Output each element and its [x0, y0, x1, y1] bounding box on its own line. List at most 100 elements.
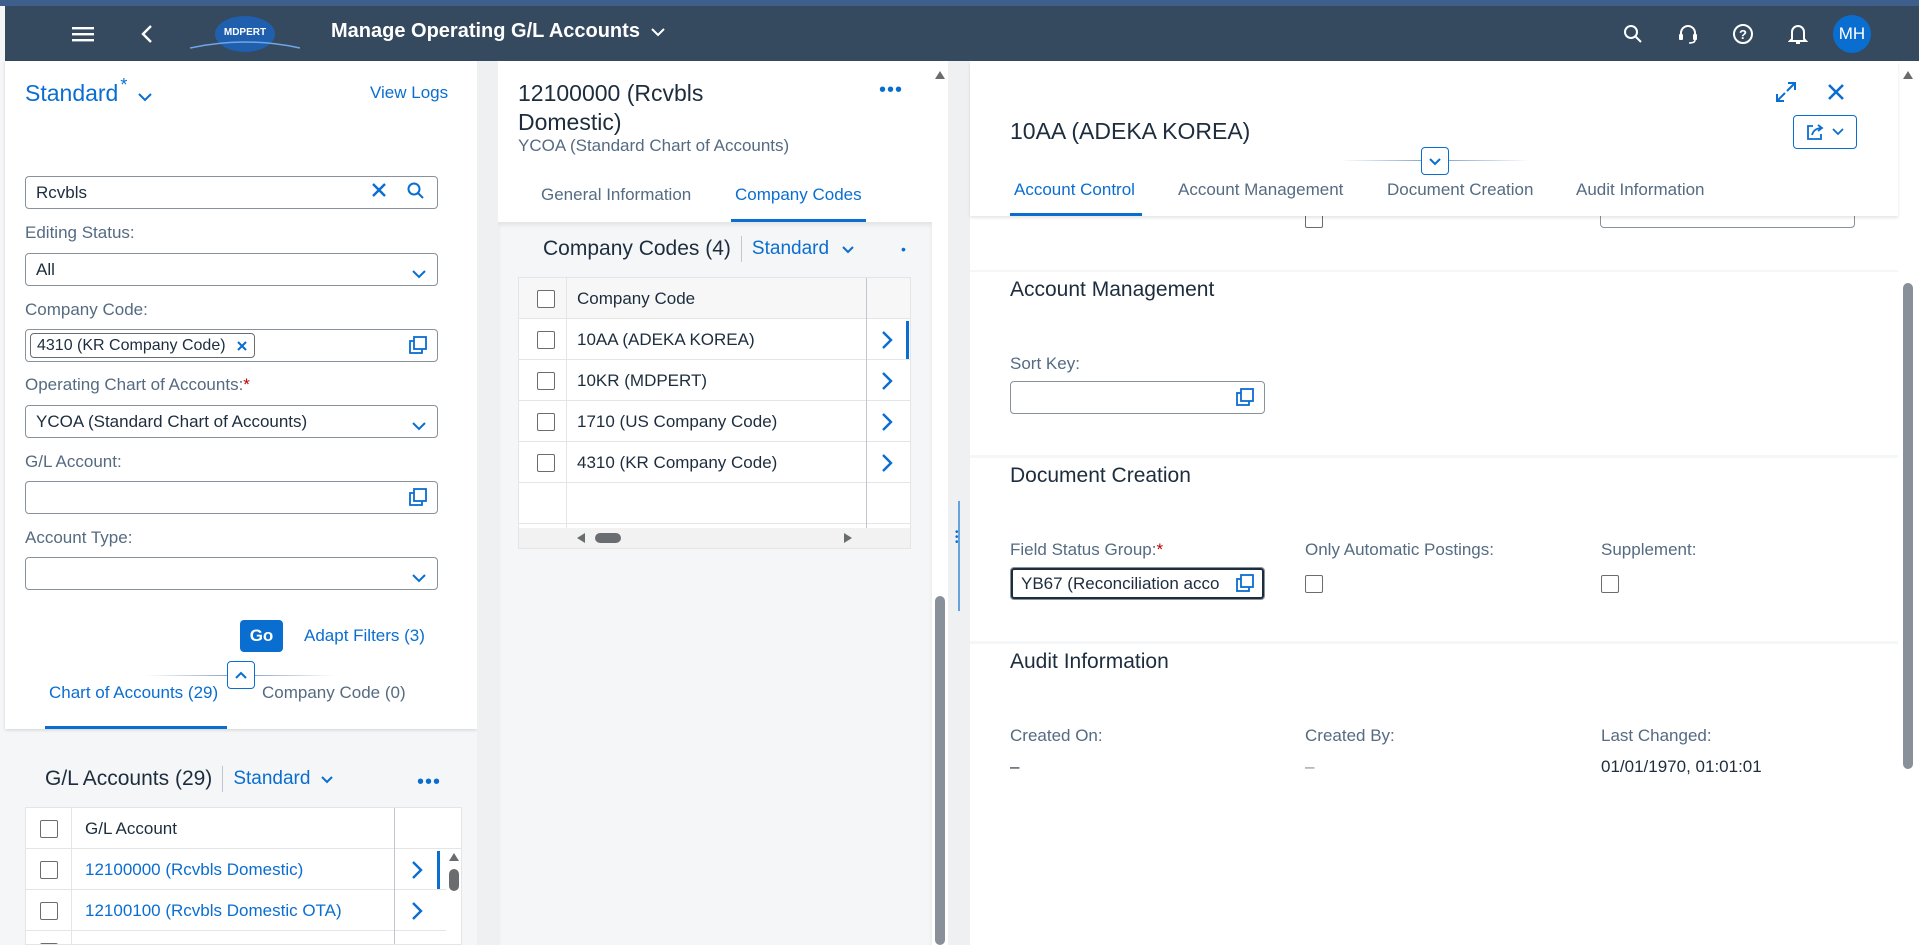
horizontal-scrollbar[interactable]: [519, 528, 910, 548]
row-checkbox[interactable]: [40, 861, 58, 879]
navigation-arrow-icon[interactable]: [411, 901, 423, 921]
company-logo[interactable]: MDPERT: [189, 14, 301, 54]
share-button[interactable]: [1793, 115, 1857, 149]
navigation-arrow-icon[interactable]: [881, 412, 893, 432]
section-title: Account Management: [1010, 278, 1215, 301]
menu-icon[interactable]: [70, 22, 96, 46]
supplement-checkbox[interactable]: [1601, 575, 1619, 593]
row-checkbox[interactable]: [537, 413, 555, 431]
notification-icon[interactable]: [1770, 6, 1825, 61]
gl-account-input[interactable]: [25, 481, 438, 514]
supplement-label: Supplement:: [1601, 540, 1697, 559]
navigation-arrow-icon[interactable]: [881, 453, 893, 473]
more-icon[interactable]: •: [901, 241, 906, 257]
search-icon[interactable]: [1605, 6, 1660, 61]
tab-company-codes[interactable]: Company Codes: [735, 185, 862, 205]
company-codes-title: Company Codes (4) Standard: [543, 236, 855, 262]
gl-account-link[interactable]: 12100000 (Rcvbls Domestic): [85, 860, 303, 880]
tab-account-management[interactable]: Account Management: [1178, 180, 1343, 200]
share-icon: [1807, 124, 1824, 140]
navigation-arrow-icon[interactable]: [881, 330, 893, 350]
table-row[interactable]: 12100000 (Rcvbls Domestic): [26, 849, 461, 890]
tab-document-creation[interactable]: Document Creation: [1387, 180, 1533, 200]
go-button[interactable]: Go: [240, 620, 283, 652]
more-icon[interactable]: •••: [879, 79, 903, 102]
company-code-token[interactable]: 4310 (KR Company Code): [30, 333, 255, 358]
tab-audit-information[interactable]: Audit Information: [1576, 180, 1705, 200]
scrollbar-thumb[interactable]: [1903, 283, 1913, 769]
value-help-icon[interactable]: [409, 488, 427, 511]
collapse-header-button[interactable]: [227, 661, 255, 689]
select-all-checkbox[interactable]: [537, 290, 555, 308]
tab-general-information[interactable]: General Information: [541, 185, 691, 205]
splitter-handle[interactable]: [958, 501, 960, 611]
back-icon[interactable]: [135, 22, 159, 46]
app-title-menu[interactable]: Manage Operating G/L Accounts: [331, 20, 666, 43]
scrollbar-thumb[interactable]: [595, 533, 621, 543]
value-help-icon[interactable]: [1236, 388, 1254, 406]
select-all-checkbox[interactable]: [40, 820, 58, 838]
more-icon[interactable]: •••: [417, 771, 441, 794]
grip-icon[interactable]: • • •: [955, 528, 959, 548]
table-row[interactable]: 12100100 (Rcvbls Domestic OTA): [26, 890, 461, 931]
table-row[interactable]: [26, 931, 461, 944]
scrollbar-thumb[interactable]: [449, 869, 459, 891]
partial-input[interactable]: [1600, 216, 1855, 228]
company-code-multiinput[interactable]: 4310 (KR Company Code): [25, 329, 438, 362]
gl-account-link[interactable]: 12100100 (Rcvbls Domestic OTA): [85, 901, 342, 921]
editing-status-select[interactable]: All: [25, 253, 438, 286]
only-automatic-postings-checkbox[interactable]: [1305, 575, 1323, 593]
clear-icon[interactable]: [371, 182, 387, 203]
help-icon[interactable]: ?: [1715, 6, 1770, 61]
tab-company-code[interactable]: Company Code (0): [262, 683, 406, 703]
table-row[interactable]: 10AA (ADEKA KOREA): [519, 319, 910, 360]
scroll-up-icon[interactable]: [1903, 71, 1913, 79]
chart-of-accounts-select[interactable]: YCOA (Standard Chart of Accounts): [25, 405, 438, 438]
navigation-arrow-icon[interactable]: [881, 371, 893, 391]
row-checkbox[interactable]: [537, 454, 555, 472]
search-icon[interactable]: [407, 182, 425, 205]
scroll-up-icon[interactable]: [935, 71, 945, 79]
table-scrollbar[interactable]: [446, 849, 461, 944]
sort-key-label: Sort Key:: [1010, 354, 1080, 373]
search-input[interactable]: Rcvbls: [25, 176, 438, 209]
row-checkbox[interactable]: [537, 372, 555, 390]
tab-chart-of-accounts[interactable]: Chart of Accounts (29): [49, 683, 218, 703]
row-checkbox[interactable]: [40, 902, 58, 920]
table-row[interactable]: 1710 (US Company Code): [519, 401, 910, 442]
token-remove-icon[interactable]: [236, 340, 248, 352]
avatar[interactable]: MH: [1833, 14, 1871, 53]
row-checkbox[interactable]: [537, 331, 555, 349]
navigation-arrow-icon[interactable]: [411, 860, 423, 880]
account-control-section: [970, 216, 1898, 270]
object-page-scrollbar[interactable]: [1898, 61, 1919, 945]
account-type-select[interactable]: [25, 557, 438, 590]
close-icon[interactable]: [1827, 83, 1845, 106]
tab-account-control[interactable]: Account Control: [1014, 180, 1135, 200]
created-on-value: –: [1010, 757, 1020, 776]
fullscreen-icon[interactable]: [1775, 81, 1797, 108]
scroll-up-icon[interactable]: [449, 853, 459, 861]
field-status-group-input[interactable]: YB67 (Reconciliation acco: [1010, 567, 1265, 600]
value-help-icon[interactable]: [1236, 574, 1254, 592]
value-help-icon[interactable]: [409, 336, 427, 359]
adapt-filters-button[interactable]: Adapt Filters (3): [304, 626, 425, 646]
help-headset-icon[interactable]: [1660, 6, 1715, 61]
table-row[interactable]: 4310 (KR Company Code): [519, 442, 910, 483]
section-title: Audit Information: [1010, 650, 1169, 673]
scroll-right-icon[interactable]: [844, 533, 852, 543]
view-logs-link[interactable]: View Logs: [370, 83, 448, 103]
table-variant-selector[interactable]: Standard: [752, 238, 855, 260]
sort-key-input[interactable]: [1010, 381, 1265, 414]
expand-header-button[interactable]: [1421, 147, 1449, 175]
scrollbar-thumb[interactable]: [935, 596, 945, 945]
table-variant-selector[interactable]: Standard: [233, 768, 334, 790]
detail-scrollbar[interactable]: [932, 61, 948, 945]
company-codes-table: Company Code 10AA (ADEKA KOREA) 10KR (MD…: [518, 277, 911, 549]
filter-bar: Standard * View Logs Rcvbls Editing Stat…: [5, 61, 477, 729]
table-row[interactable]: 10KR (MDPERT): [519, 360, 910, 401]
partial-checkbox[interactable]: [1305, 216, 1323, 228]
scroll-left-icon[interactable]: [577, 533, 585, 543]
variant-selector[interactable]: Standard *: [25, 75, 153, 107]
chevron-down-icon: [321, 775, 334, 783]
